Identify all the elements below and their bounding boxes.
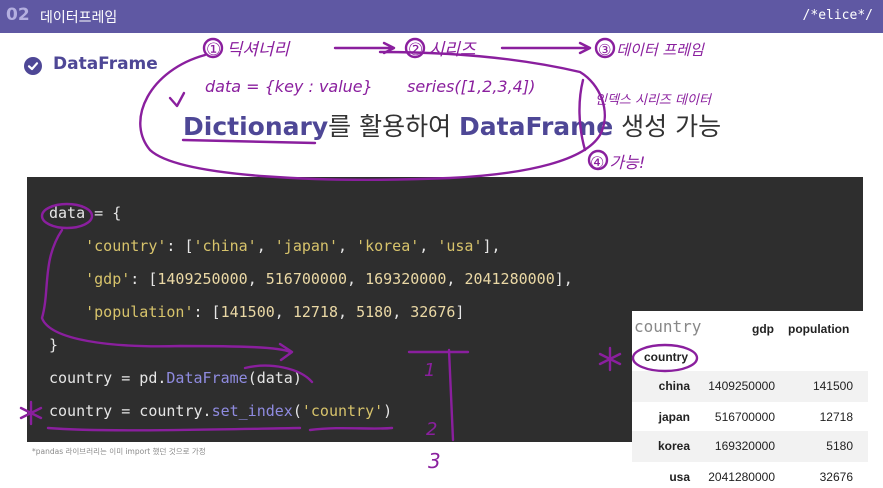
annotation-step-1: ① 딕셔너리	[206, 40, 291, 60]
column-header-gdp: gdp	[752, 322, 774, 336]
code-line-7: country = country.set_index('country')	[49, 402, 393, 420]
index-name: country	[644, 350, 689, 364]
cell-population: 141500	[812, 379, 853, 393]
headline-text-tail: 생성 가능	[613, 112, 722, 141]
cell-population: 32676	[819, 470, 853, 484]
slide-title: 데이터프레임	[40, 10, 118, 26]
brand-logo: /*elice*/	[802, 8, 873, 23]
annotation-arrow	[333, 41, 396, 55]
cell-population: 12718	[819, 410, 853, 424]
headline-keyword-dataframe: DataFrame	[459, 112, 614, 141]
section-title: DataFrame	[53, 54, 158, 74]
row-index: china	[658, 379, 690, 393]
code-line-3: 'gdp': [1409250000, 516700000, 169320000…	[85, 270, 573, 288]
table-row: usa 2041280000 32676	[632, 462, 868, 488]
annotation-step-4: ④ 가능!	[590, 153, 645, 172]
annotation-margin-3: 3	[428, 449, 441, 473]
cell-gdp: 1409250000	[708, 379, 775, 393]
footnote: *pandas 라이브러리는 이미 import 했던 것으로 가정	[32, 447, 206, 456]
cell-population: 5180	[826, 439, 853, 453]
slide-number: 02	[6, 5, 30, 25]
dataframe-output-table: country gdp population country china 140…	[632, 311, 868, 488]
table-index-name-row: country	[632, 342, 868, 373]
code-line-6: country = pd.DataFrame(data)	[49, 369, 302, 387]
table-row: korea 169320000 5180	[632, 431, 868, 462]
row-index: usa	[669, 470, 690, 484]
annotation-step-3: ③ 데이터 프레임	[598, 41, 705, 59]
corner-label: country	[634, 317, 702, 336]
annotation-step-marker	[404, 37, 426, 59]
annotation-note-df: 인덱스 시리즈 데이터	[595, 93, 713, 108]
row-index: japan	[658, 410, 690, 424]
row-index: korea	[657, 439, 690, 453]
table-header-row: country gdp population	[632, 311, 868, 342]
cell-gdp: 169320000	[714, 439, 775, 453]
annotation-note-dict: data = {key : value}	[205, 77, 373, 96]
annotation-arrow	[500, 41, 592, 55]
code-line-2: 'country': ['china', 'japan', 'korea', '…	[85, 237, 501, 255]
cell-gdp: 516700000	[714, 410, 775, 424]
headline: Dictionary를 활용하여 DataFrame 생성 가능	[183, 107, 721, 143]
annotation-step-2: ② 시리즈	[408, 40, 477, 60]
annotation-step-marker	[202, 37, 224, 59]
code-line-5: }	[49, 336, 59, 354]
annotation-note-series: series([1,2,3,4])	[407, 77, 535, 96]
annotation-tick	[168, 91, 186, 108]
code-line-1: data = {	[49, 204, 122, 222]
check-circle-icon	[24, 57, 42, 75]
column-header-population: population	[788, 322, 850, 336]
slide-header-bar: 02 데이터프레임 /*elice*/	[0, 0, 883, 33]
headline-keyword-dictionary: Dictionary	[183, 112, 329, 141]
code-line-4: 'population': [141500, 12718, 5180, 3267…	[85, 303, 465, 321]
cell-gdp: 2041280000	[708, 470, 775, 484]
headline-text: 를 활용하여	[328, 112, 460, 141]
table-row: china 1409250000 141500	[632, 371, 868, 402]
annotation-step-marker	[587, 149, 609, 171]
annotation-step-marker	[594, 37, 616, 59]
table-row: japan 516700000 12718	[632, 402, 868, 433]
